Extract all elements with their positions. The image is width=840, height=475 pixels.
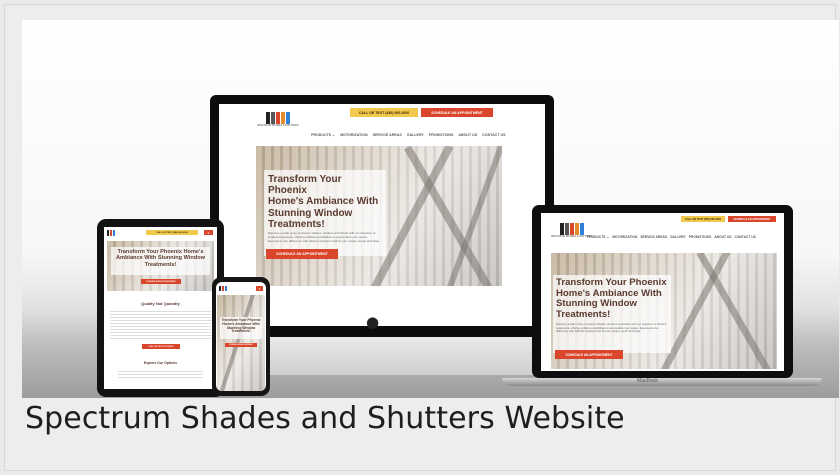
hero-beam: [696, 253, 773, 369]
hero-cta-button[interactable]: SCHEDULE AN APPOINTMENT: [266, 249, 338, 259]
hero-text-box: Transform Your Phoenix Home's Ambiance W…: [553, 275, 671, 353]
hero-body: Discover a wide array of custom shades, …: [268, 230, 381, 243]
hero-cta-button[interactable]: SCHEDULE AN APPOINTMENT: [225, 343, 257, 347]
logo-mark: [107, 230, 115, 236]
nav-gallery[interactable]: GALLERY: [670, 235, 686, 239]
logo-mark: [265, 112, 290, 124]
macbook-device: CALL OR TEXT (480) 000-0000 SCHEDULE AN …: [502, 205, 822, 386]
hero-beam: [404, 146, 496, 286]
schedule-button[interactable]: SCHEDULE AN APPOINTMENT: [728, 216, 776, 222]
ipad-device: CALL OR TEXT (480) 000-0000 ≡ Transform …: [97, 219, 224, 397]
menu-icon[interactable]: ≡: [256, 286, 263, 291]
logo-caption: SPECTRUM SHADES & SHUTTERS: [257, 124, 299, 127]
section-body-lines: [110, 309, 211, 339]
section-title: Quality Not Quantity: [141, 301, 180, 306]
nav-service-areas[interactable]: SERVICE AREAS: [373, 133, 402, 137]
hero-banner: Transform Your Phoenix Home's Ambiance W…: [551, 253, 777, 369]
section2-title: Explore Our Options: [143, 361, 178, 365]
main-nav: PRODUCTS ⌄ MOTORIZATION SERVICE AREAS GA…: [587, 235, 756, 239]
nav-about-us[interactable]: ABOUT US: [458, 133, 477, 137]
hero-body: Discover a wide array of custom shades, …: [556, 321, 667, 334]
logo-mark: [559, 223, 584, 235]
nav-motorization[interactable]: MOTORIZATION: [612, 235, 637, 239]
logo-mark: [219, 286, 227, 291]
menu-icon[interactable]: ≡: [204, 230, 213, 235]
hero-text-box: Transform Your Phoenix Home's Ambiance W…: [220, 317, 262, 339]
apple-logo-icon: ●: [366, 313, 380, 331]
site-logo[interactable]: [107, 230, 115, 236]
hero-banner: Transform Your Phoenix Home's Ambiance W…: [107, 241, 214, 291]
imac-topbar: CALL OR TEXT (480) 000-0000 SCHEDULE AN …: [350, 108, 493, 117]
site-logo[interactable]: [219, 286, 227, 291]
section2-body-lines: [118, 369, 203, 379]
call-button[interactable]: CALL OR TEXT (480) 000-0000: [681, 216, 725, 222]
hero-title: Transform Your Phoenix Home's Ambiance W…: [268, 174, 379, 230]
device-mockup-image: CALL OR TEXT (480) 000-0000 SCHEDULE AN …: [22, 20, 839, 398]
schedule-button[interactable]: SCHEDULE AN APPOINTMENT: [421, 108, 493, 117]
nav-promotions[interactable]: PROMOTIONS: [689, 235, 712, 239]
hero-cta-button[interactable]: SCHEDULE AN APPOINTMENT: [141, 279, 181, 284]
nav-contact-us[interactable]: CONTACT US: [734, 235, 755, 239]
iphone-screen: ≡ Transform Your Phoenix Home's Ambiance…: [216, 282, 266, 391]
macbook-screen: CALL OR TEXT (480) 000-0000 SCHEDULE AN …: [541, 213, 784, 371]
nav-products[interactable]: PRODUCTS ⌄: [587, 235, 609, 239]
hero-text-box: Transform Your Phoenix Home's Ambiance W…: [111, 247, 210, 275]
hero-title: Transform Your Phoenix Home's Ambiance W…: [115, 249, 206, 268]
nav-promotions[interactable]: PROMOTIONS: [429, 133, 454, 137]
hero-text-box: Transform Your Phoenix Home's Ambiance W…: [264, 170, 386, 256]
portfolio-card[interactable]: CALL OR TEXT (480) 000-0000 SCHEDULE AN …: [4, 4, 839, 471]
nav-contact-us[interactable]: CONTACT US: [482, 133, 505, 137]
call-button[interactable]: CALL OR TEXT (480) 000-0000: [146, 230, 198, 235]
nav-motorization[interactable]: MOTORIZATION: [340, 133, 367, 137]
nav-gallery[interactable]: GALLERY: [407, 133, 424, 137]
main-nav: PRODUCTS ⌄ MOTORIZATION SERVICE AREAS GA…: [311, 133, 505, 137]
site-logo[interactable]: SPECTRUM SHADES & SHUTTERS: [257, 112, 299, 127]
hero-cta-button[interactable]: SCHEDULE AN APPOINTMENT: [555, 350, 623, 359]
hero-title: Transform Your Phoenix Home's Ambiance W…: [221, 318, 261, 334]
nav-service-areas[interactable]: SERVICE AREAS: [640, 235, 667, 239]
macbook-base: MacBook: [502, 378, 822, 386]
cta2-button[interactable]: CALL OR TEXT US TODAY: [142, 344, 180, 349]
iphone-device: ≡ Transform Your Phoenix Home's Ambiance…: [212, 277, 270, 396]
hero-title: Transform Your Phoenix Home's Ambiance W…: [556, 277, 667, 321]
card-caption[interactable]: Spectrum Shades and Shutters Website: [25, 401, 625, 436]
mb-topbar: CALL OR TEXT (480) 000-0000 SCHEDULE AN …: [681, 216, 776, 222]
ipad-screen: CALL OR TEXT (480) 000-0000 ≡ Transform …: [104, 227, 217, 389]
nav-products[interactable]: PRODUCTS ⌄: [311, 133, 335, 137]
nav-about-us[interactable]: ABOUT US: [714, 235, 731, 239]
hero-banner: Transform Your Phoenix Home's Ambiance W…: [256, 146, 502, 286]
hero-banner: Transform Your Phoenix Home's Ambiance W…: [217, 295, 265, 391]
macbook-label: MacBook: [637, 378, 658, 384]
call-button[interactable]: CALL OR TEXT (480) 000-0000: [350, 108, 418, 117]
